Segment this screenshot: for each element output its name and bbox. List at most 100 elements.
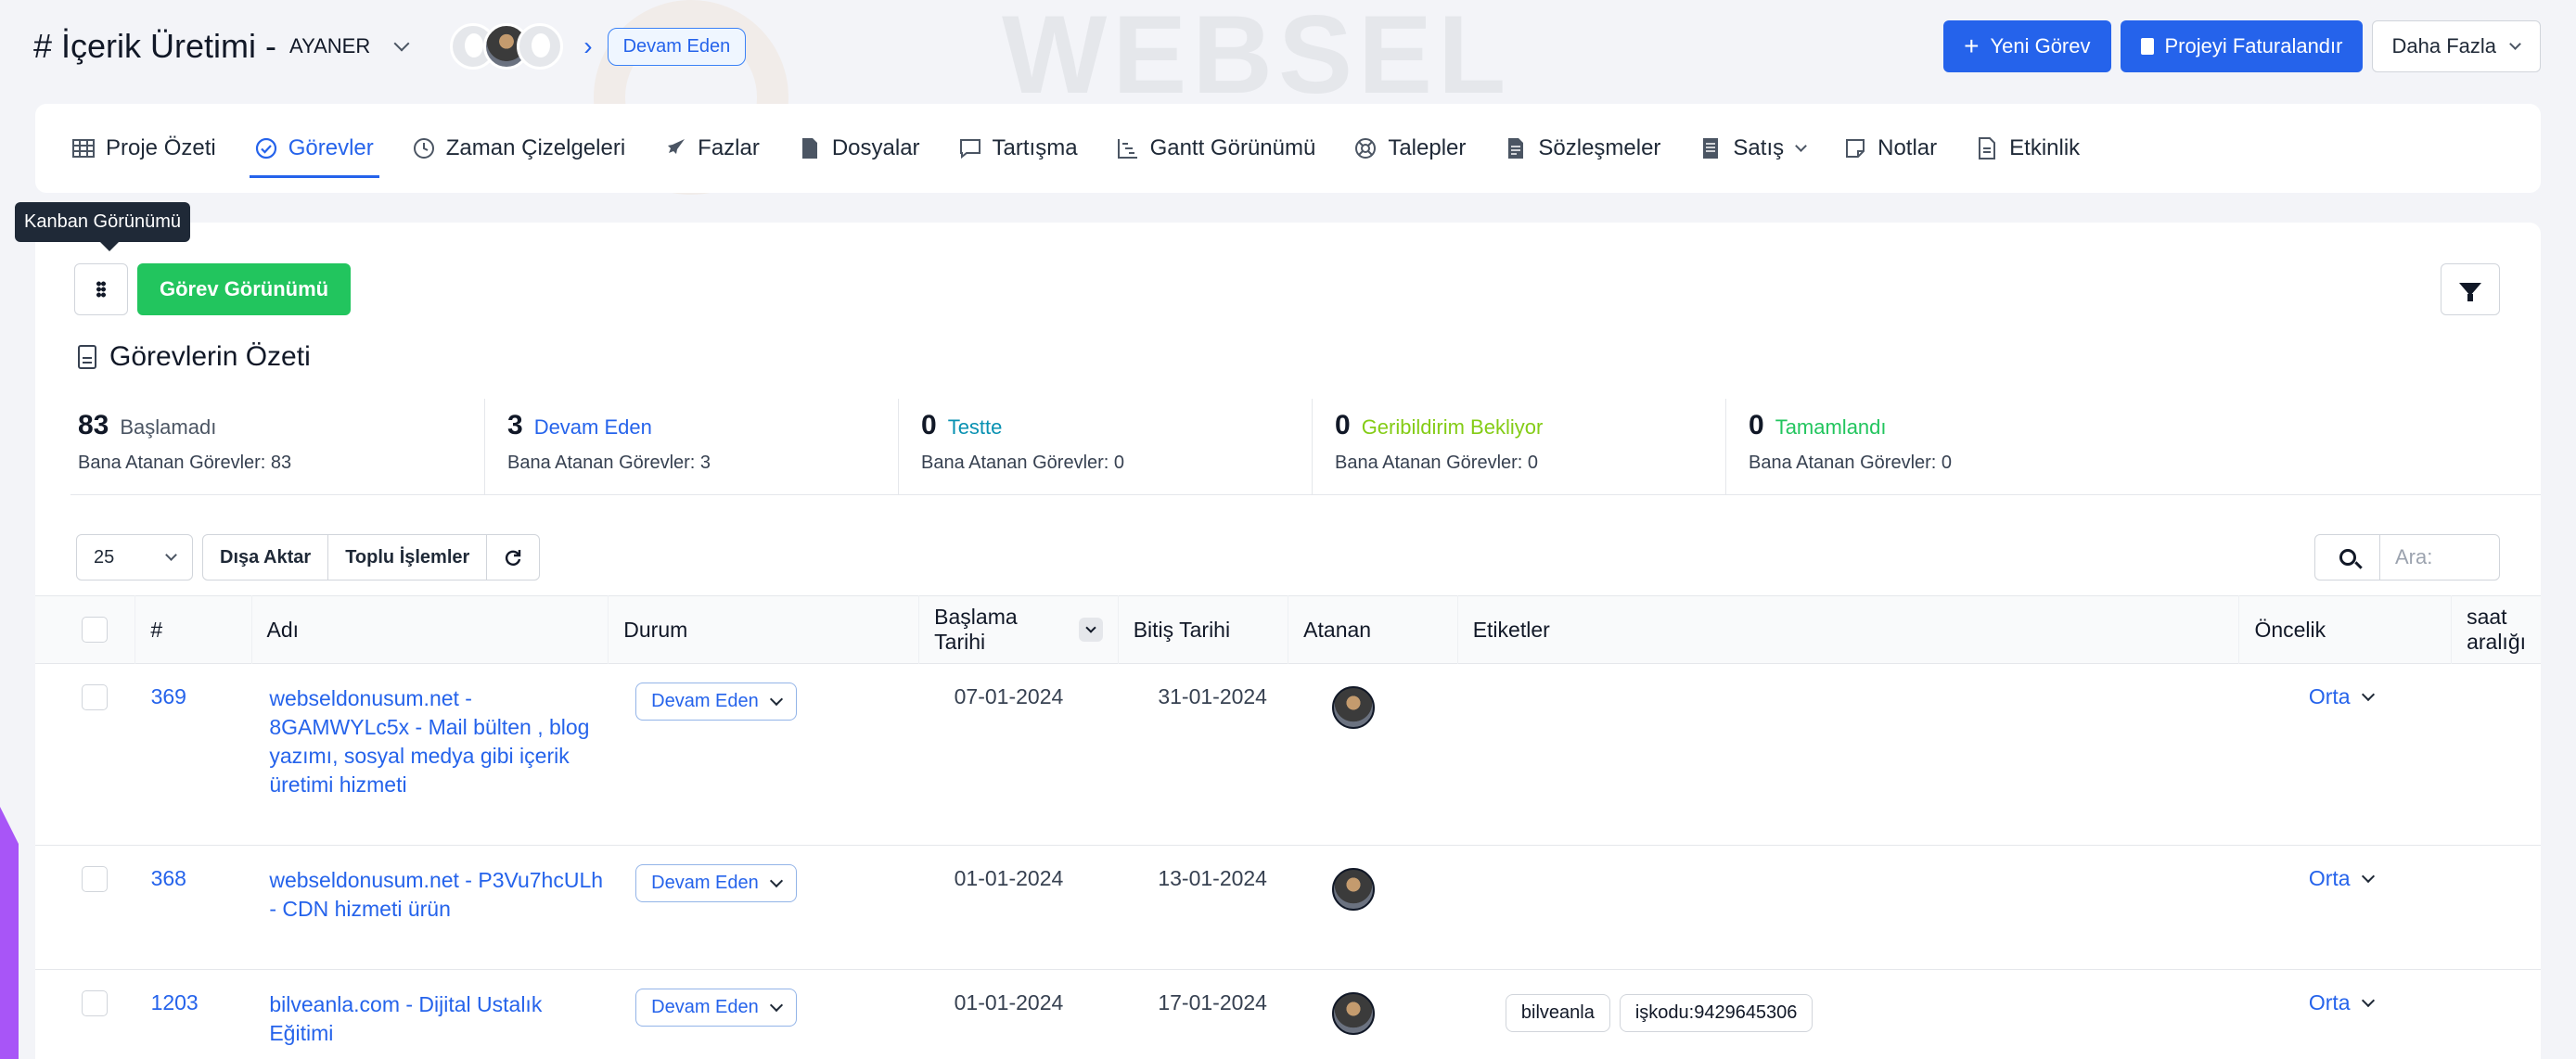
tab-label: Notlar bbox=[1878, 135, 1938, 160]
sort-icon[interactable] bbox=[1079, 618, 1103, 642]
start-date: 07-01-2024 bbox=[954, 684, 1064, 708]
chevron-down-icon[interactable] bbox=[393, 35, 410, 52]
tags-cell bbox=[1491, 846, 2294, 969]
row-checkbox[interactable] bbox=[82, 866, 108, 892]
tab-tasks[interactable]: Görevler bbox=[249, 104, 379, 193]
task-id[interactable]: 368 bbox=[136, 846, 255, 969]
status-dropdown[interactable]: Devam Eden bbox=[635, 864, 797, 902]
clock-icon bbox=[413, 137, 435, 159]
col-status[interactable]: Durum bbox=[608, 595, 918, 664]
stat-completed: 0 Tamamlandı Bana Atanan Görevler: 0 bbox=[1725, 399, 2139, 494]
task-id[interactable]: 1203 bbox=[136, 970, 255, 1059]
task-name-link[interactable]: webseldonusum.net - 8GAMWYLc5x - Mail bü… bbox=[269, 684, 606, 799]
table-header-row: # Adı Durum Başlama Tarihi Bitiş Tarihi … bbox=[35, 595, 2541, 664]
assignee-avatar[interactable] bbox=[1332, 686, 1376, 729]
time-range-cell bbox=[2511, 664, 2541, 845]
kanban-view-button[interactable] bbox=[74, 263, 128, 315]
tag-badge[interactable]: işkodu:9429645306 bbox=[1619, 994, 1813, 1032]
chevron-down-icon bbox=[769, 998, 783, 1012]
status-label: Devam Eden bbox=[651, 873, 759, 893]
tab-phases[interactable]: Fazlar bbox=[664, 104, 760, 193]
status-label: Devam Eden bbox=[651, 691, 759, 711]
col-assignee[interactable]: Atanan bbox=[1288, 595, 1457, 664]
tab-discussion[interactable]: Tartışma bbox=[959, 104, 1078, 193]
status-dropdown[interactable]: Devam Eden bbox=[635, 989, 797, 1027]
task-id[interactable]: 369 bbox=[136, 664, 255, 845]
row-checkbox[interactable] bbox=[82, 684, 108, 710]
search-input[interactable] bbox=[2380, 535, 2499, 580]
grid-icon bbox=[72, 137, 95, 159]
col-priority[interactable]: Öncelik bbox=[2238, 595, 2451, 664]
stat-assigned-to-me: Bana Atanan Görevler: 0 bbox=[1749, 453, 1953, 473]
stat-assigned-to-me: Bana Atanan Görevler: 83 bbox=[78, 453, 292, 473]
project-header: # İçerik Üretimi - AYANER › Devam Eden +… bbox=[33, 17, 2541, 76]
tasks-summary-heading: Görevlerin Özeti bbox=[78, 341, 311, 373]
stat-awaiting-feedback: 0 Geribildirim Bekliyor Bana Atanan Görev… bbox=[1312, 399, 1725, 494]
task-name-link[interactable]: bilveanla.com - Dijital Ustalık Eğitimi bbox=[269, 990, 606, 1048]
tab-label: Gantt Görünümü bbox=[1149, 135, 1316, 160]
tab-label: Etkinlik bbox=[2009, 135, 2081, 160]
stat-assigned-to-me: Bana Atanan Görevler: 0 bbox=[921, 453, 1125, 473]
status-label: Devam Eden bbox=[651, 997, 759, 1017]
more-button[interactable]: Daha Fazla bbox=[2372, 20, 2541, 72]
project-status-badge[interactable]: Devam Eden bbox=[607, 27, 747, 66]
col-due-date[interactable]: Bitiş Tarihi bbox=[1117, 595, 1288, 664]
contract-icon bbox=[1505, 137, 1527, 159]
tab-activity[interactable]: Etkinlik bbox=[1976, 104, 2080, 193]
project-tabs: Proje Özeti Görevler Zaman Çizelgeleri F… bbox=[35, 104, 2541, 193]
kanban-tooltip: Kanban Görünümü bbox=[15, 202, 191, 251]
summary-title: Görevlerin Özeti bbox=[109, 341, 311, 372]
tags-cell: bilveanla işkodu:9429645306 bbox=[1491, 970, 2294, 1059]
priority-dropdown[interactable]: Orta bbox=[2309, 866, 2496, 891]
filter-icon bbox=[2459, 283, 2481, 301]
task-name-link[interactable]: webseldonusum.net - P3Vu7hcULh - CDN hiz… bbox=[269, 866, 606, 924]
col-time-range[interactable]: saat aralığı bbox=[2451, 595, 2541, 664]
priority-dropdown[interactable]: Orta bbox=[2309, 684, 2496, 709]
client-name[interactable]: AYANER bbox=[289, 34, 370, 58]
table-row: 1203 bilveanla.com - Dijital Ustalık Eği… bbox=[35, 970, 2541, 1059]
stat-testing: 0 Testte Bana Atanan Görevler: 0 bbox=[898, 399, 1312, 494]
select-all-checkbox[interactable] bbox=[82, 617, 108, 643]
tab-sales[interactable]: Satış bbox=[1699, 104, 1807, 193]
assignee-avatar[interactable] bbox=[1332, 992, 1376, 1035]
page-size-select[interactable]: 25 bbox=[76, 534, 193, 581]
col-name[interactable]: Adı bbox=[250, 595, 609, 664]
col-start-date[interactable]: Başlama Tarihi bbox=[918, 595, 1118, 664]
tab-timesheets[interactable]: Zaman Çizelgeleri bbox=[413, 104, 625, 193]
tab-label: Proje Özeti bbox=[106, 135, 216, 160]
project-members[interactable] bbox=[450, 23, 564, 70]
export-button[interactable]: Dışa Aktar bbox=[203, 535, 327, 580]
col-tags[interactable]: Etiketler bbox=[1456, 595, 2239, 664]
start-date: 01-01-2024 bbox=[954, 866, 1064, 890]
filter-button[interactable] bbox=[2441, 263, 2500, 315]
tab-gantt[interactable]: Gantt Görünümü bbox=[1117, 104, 1316, 193]
tab-project-overview[interactable]: Proje Özeti bbox=[72, 104, 216, 193]
check-circle-icon bbox=[255, 137, 277, 159]
stat-not-started: 83 Başlamadı Bana Atanan Görevler: 83 bbox=[70, 399, 484, 494]
tag-badge[interactable]: bilveanla bbox=[1505, 994, 1610, 1032]
row-checkbox[interactable] bbox=[82, 990, 108, 1016]
tab-contracts[interactable]: Sözleşmeler bbox=[1505, 104, 1660, 193]
chevron-down-icon bbox=[165, 549, 177, 561]
priority-dropdown[interactable]: Orta bbox=[2309, 990, 2496, 1015]
bulk-actions-button[interactable]: Toplu İşlemler bbox=[327, 535, 486, 580]
drag-dots-icon bbox=[96, 281, 106, 298]
tab-tickets[interactable]: Talepler bbox=[1354, 104, 1466, 193]
chevron-down-icon bbox=[2361, 993, 2375, 1007]
invoice-project-button[interactable]: Projeyi Faturalandır bbox=[2120, 20, 2364, 72]
stat-count: 0 bbox=[921, 410, 937, 440]
stat-count: 83 bbox=[78, 410, 109, 440]
new-task-button[interactable]: + Yeni Görev bbox=[1943, 20, 2111, 72]
assignee-avatar[interactable] bbox=[1332, 868, 1376, 911]
refresh-button[interactable] bbox=[486, 535, 539, 580]
tab-files[interactable]: Dosyalar bbox=[799, 104, 920, 193]
status-dropdown[interactable]: Devam Eden bbox=[635, 683, 797, 721]
search-icon[interactable] bbox=[2315, 535, 2380, 580]
stat-count: 3 bbox=[507, 410, 523, 440]
task-view-button[interactable]: Görev Görünümü bbox=[137, 263, 352, 315]
avatar[interactable] bbox=[517, 23, 564, 70]
chevron-down-icon bbox=[2509, 38, 2521, 50]
col-id[interactable]: # bbox=[135, 595, 250, 664]
tab-notes[interactable]: Notlar bbox=[1844, 104, 1937, 193]
stat-label: Geribildirim Bekliyor bbox=[1361, 415, 1544, 439]
